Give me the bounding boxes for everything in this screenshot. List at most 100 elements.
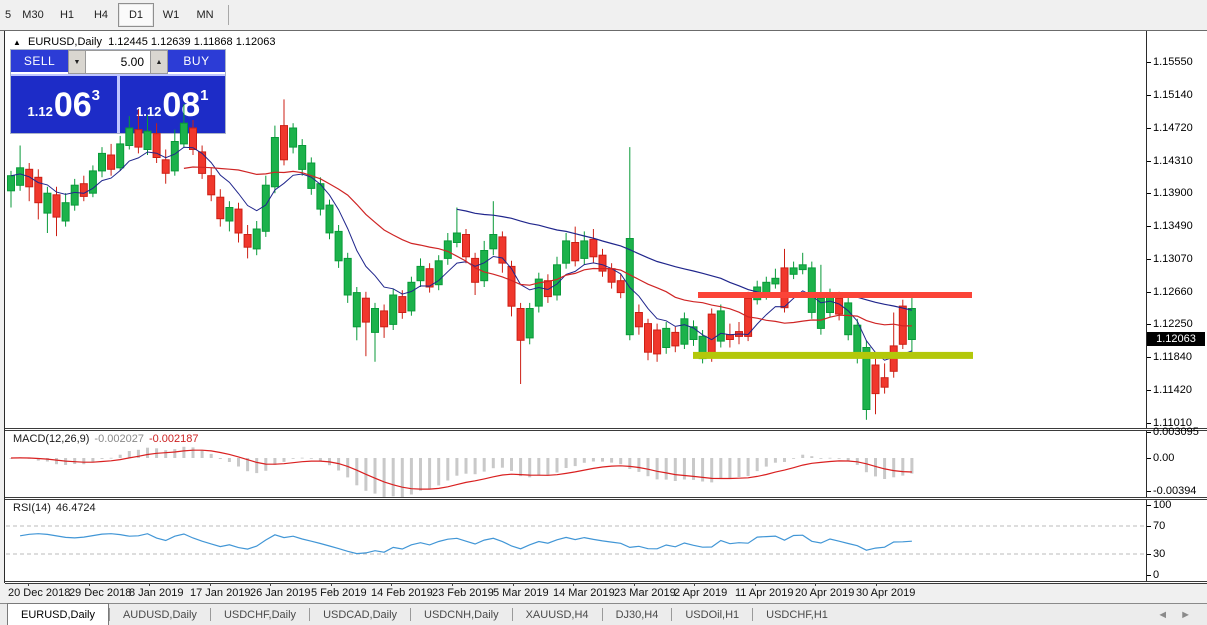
chart-tab-xauusd[interactable]: XAUUSD,H4 bbox=[513, 605, 602, 625]
macd-axis-label: 0.003095 bbox=[1153, 426, 1199, 438]
date-axis-tick bbox=[270, 583, 271, 586]
rsi-axis-label: 100 bbox=[1153, 499, 1171, 511]
date-axis-tick bbox=[815, 583, 816, 586]
timeframe-button-mn[interactable]: MN bbox=[188, 4, 222, 26]
date-axis-tick bbox=[755, 583, 756, 586]
macd-value-2: -0.002187 bbox=[149, 433, 199, 445]
rsi-axis-label: 70 bbox=[1153, 520, 1165, 532]
price-axis-label: 1.15550 bbox=[1153, 56, 1193, 68]
tab-scroll-arrows[interactable]: ◄► bbox=[1157, 609, 1203, 621]
price-axis-tick bbox=[1147, 292, 1151, 293]
date-axis-tick bbox=[452, 583, 453, 586]
price-axis-tick bbox=[1147, 62, 1151, 63]
date-axis-label: 23 Feb 2019 bbox=[432, 587, 494, 599]
price-axis-tick bbox=[1147, 161, 1151, 162]
price-axis-label: 1.12250 bbox=[1153, 318, 1193, 330]
date-axis-label: 26 Jan 2019 bbox=[250, 587, 311, 599]
price-axis-tick bbox=[1147, 357, 1151, 358]
toolbar-separator bbox=[228, 5, 229, 25]
date-axis-label: 5 Mar 2019 bbox=[493, 587, 549, 599]
date-axis-label: 14 Mar 2019 bbox=[553, 587, 615, 599]
rsi-value: 46.4724 bbox=[56, 502, 96, 514]
rsi-indicator-canvas[interactable] bbox=[6, 500, 1146, 581]
macd-value-1: -0.002027 bbox=[94, 433, 144, 445]
macd-axis-label: 0.00 bbox=[1153, 452, 1174, 464]
rsi-axis-label: 0 bbox=[1153, 569, 1159, 581]
date-axis-label: 23 Mar 2019 bbox=[614, 587, 676, 599]
date-axis-label: 5 Feb 2019 bbox=[311, 587, 367, 599]
rsi-axis-label: 30 bbox=[1153, 548, 1165, 560]
chart-tab-usdcnh[interactable]: USDCNH,Daily bbox=[411, 605, 512, 625]
date-axis-tick bbox=[89, 583, 90, 586]
price-axis-label: 1.14720 bbox=[1153, 122, 1193, 134]
price-axis-tick bbox=[1147, 193, 1151, 194]
price-axis-label: 1.11420 bbox=[1153, 384, 1192, 396]
date-axis-tick bbox=[28, 583, 29, 586]
timeframe-button-m30[interactable]: M30 bbox=[16, 4, 50, 26]
macd-label: MACD(12,26,9) bbox=[13, 433, 89, 445]
price-axis-label: 1.11840 bbox=[1153, 351, 1192, 363]
timeframe-button-w1[interactable]: W1 bbox=[154, 4, 188, 26]
current-price-badge: 1.12063 bbox=[1147, 332, 1205, 346]
timeframe-toolbar: 5M30H1H4D1W1MN bbox=[0, 0, 1207, 29]
price-axis-tick bbox=[1147, 95, 1151, 96]
date-axis-tick bbox=[391, 583, 392, 586]
macd-label-row: MACD(12,26,9) -0.002027 -0.002187 bbox=[13, 433, 199, 445]
date-axis-tick bbox=[149, 583, 150, 586]
chart-tab-usdoil[interactable]: USDOil,H1 bbox=[672, 605, 752, 625]
price-axis-tick bbox=[1147, 423, 1151, 424]
price-axis-label: 1.12660 bbox=[1153, 286, 1193, 298]
date-axis-label: 14 Feb 2019 bbox=[371, 587, 433, 599]
price-axis-label: 1.13070 bbox=[1153, 253, 1193, 265]
macd-axis-tick bbox=[1147, 432, 1151, 433]
rsi-axis-tick bbox=[1147, 554, 1151, 555]
window-left-border bbox=[4, 31, 5, 583]
price-axis-label: 1.13490 bbox=[1153, 220, 1193, 232]
candlestick-chart-canvas[interactable] bbox=[6, 32, 1146, 428]
chart-tab-usdchf[interactable]: USDCHF,Daily bbox=[211, 605, 309, 625]
price-axis-tick bbox=[1147, 226, 1151, 227]
date-axis-label: 8 Jan 2019 bbox=[129, 587, 183, 599]
macd-axis-tick bbox=[1147, 491, 1151, 492]
pane-separator[interactable] bbox=[5, 428, 1207, 431]
date-axis-tick bbox=[210, 583, 211, 586]
price-axis-label: 1.15140 bbox=[1153, 89, 1193, 101]
rsi-axis-tick bbox=[1147, 575, 1151, 576]
timeframe-button-5[interactable]: 5 bbox=[0, 4, 16, 26]
trading-terminal-window: 5M30H1H4D1W1MN ▲ EURUSD,Daily 1.12445 1.… bbox=[0, 0, 1207, 625]
macd-axis-label: -0.00394 bbox=[1153, 485, 1196, 497]
timeframe-button-d1[interactable]: D1 bbox=[118, 3, 154, 27]
date-axis-tick bbox=[513, 583, 514, 586]
timeframe-button-h4[interactable]: H4 bbox=[84, 4, 118, 26]
price-axis-label: 1.13900 bbox=[1153, 187, 1193, 199]
rsi-axis-tick bbox=[1147, 526, 1151, 527]
price-axis-separator bbox=[1146, 31, 1147, 583]
date-axis-label: 29 Dec 2018 bbox=[69, 587, 131, 599]
date-axis-label: 20 Dec 2018 bbox=[8, 587, 70, 599]
window-top-border bbox=[0, 30, 1207, 31]
macd-axis-tick bbox=[1147, 458, 1151, 459]
chart-tab-audusd[interactable]: AUDUSD,Daily bbox=[110, 605, 210, 625]
date-axis-label: 30 Apr 2019 bbox=[856, 587, 915, 599]
price-axis-label: 1.14310 bbox=[1153, 155, 1193, 167]
price-axis-tick bbox=[1147, 259, 1151, 260]
chart-tab-eurusd[interactable]: EURUSD,Daily bbox=[7, 603, 109, 625]
price-axis-tick bbox=[1147, 128, 1151, 129]
date-axis-label: 17 Jan 2019 bbox=[190, 587, 251, 599]
date-axis-tick bbox=[634, 583, 635, 586]
date-axis-label: 2 Apr 2019 bbox=[674, 587, 727, 599]
date-axis-tick bbox=[876, 583, 877, 586]
date-axis-tick bbox=[694, 583, 695, 586]
timeframe-button-h1[interactable]: H1 bbox=[50, 4, 84, 26]
rsi-label-row: RSI(14)46.4724 bbox=[13, 502, 96, 514]
rsi-axis-tick bbox=[1147, 505, 1151, 506]
date-axis-tick bbox=[573, 583, 574, 586]
pane-separator bbox=[5, 581, 1207, 584]
date-axis-label: 11 Apr 2019 bbox=[735, 587, 794, 599]
pane-separator[interactable] bbox=[5, 497, 1207, 500]
chart-tab-usdcad[interactable]: USDCAD,Daily bbox=[310, 605, 410, 625]
chart-tab-dj30[interactable]: DJ30,H4 bbox=[603, 605, 672, 625]
date-axis-label: 20 Apr 2019 bbox=[795, 587, 854, 599]
price-axis-tick bbox=[1147, 390, 1151, 391]
chart-tab-usdchf[interactable]: USDCHF,H1 bbox=[753, 605, 841, 625]
